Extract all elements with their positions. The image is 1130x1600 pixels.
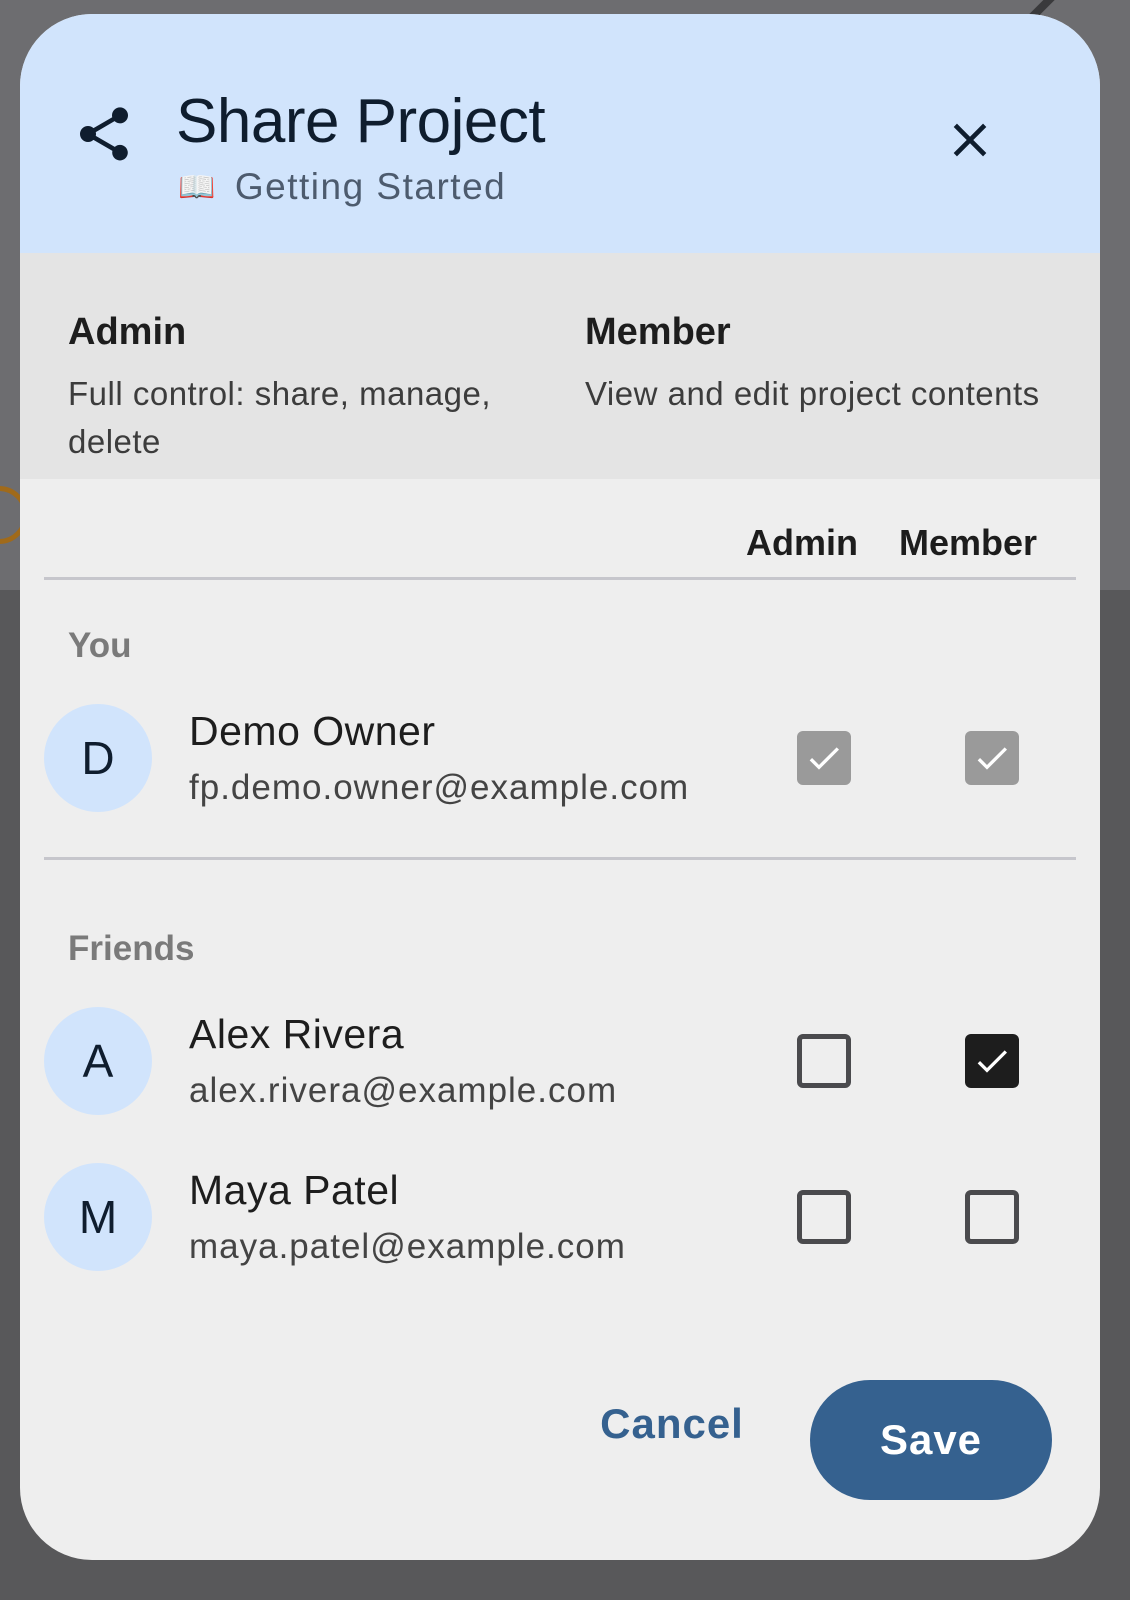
- member-row: M Maya Patel maya.patel@example.com: [20, 1163, 1100, 1271]
- member-checkbox[interactable]: [965, 1034, 1019, 1088]
- dialog-header: Share Project 📖 Getting Started: [20, 14, 1100, 253]
- share-icon: [80, 107, 128, 161]
- check-icon: [977, 1050, 1007, 1073]
- section-label-you: You: [68, 626, 132, 665]
- admin-checkbox[interactable]: [797, 1190, 851, 1244]
- member-row: A Alex Rivera alex.rivera@example.com: [20, 1007, 1100, 1115]
- legend-member-title: Member: [585, 311, 731, 353]
- member-email: alex.rivera@example.com: [189, 1071, 618, 1110]
- close-icon[interactable]: [942, 112, 998, 168]
- project-name-label: Getting Started: [234, 166, 507, 207]
- member-name: Maya Patel: [189, 1167, 400, 1213]
- legend-admin-description: Full control: share, manage, delete: [68, 375, 492, 460]
- book-icon: 📖: [178, 170, 217, 204]
- legend-admin-title: Admin: [68, 311, 187, 353]
- member-row: D Demo Owner fp.demo.owner@example.com: [20, 704, 1100, 812]
- member-checkbox: [965, 731, 1019, 785]
- member-name: Alex Rivera: [189, 1011, 405, 1057]
- header-divider: [44, 577, 1076, 580]
- section-divider: [44, 857, 1076, 860]
- admin-checkbox: [797, 731, 851, 785]
- check-icon: [809, 747, 839, 770]
- avatar: A: [44, 1007, 152, 1115]
- dialog-title: Share Project: [176, 87, 546, 156]
- avatar: D: [44, 704, 152, 812]
- check-icon: [977, 747, 1007, 770]
- cancel-button[interactable]: Cancel: [580, 1374, 764, 1474]
- role-legend: Admin Full control: share, manage, delet…: [20, 253, 1100, 479]
- column-header-member: Member: [899, 522, 1038, 563]
- member-email: maya.patel@example.com: [189, 1227, 626, 1266]
- admin-checkbox[interactable]: [797, 1034, 851, 1088]
- column-header-admin: Admin: [746, 522, 858, 563]
- avatar: M: [44, 1163, 152, 1271]
- legend-member-description: View and edit project contents: [585, 375, 1040, 412]
- member-email: fp.demo.owner@example.com: [189, 768, 690, 807]
- legend-member: Member View and edit project contents: [585, 311, 1085, 418]
- legend-admin: Admin Full control: share, manage, delet…: [68, 311, 518, 466]
- member-checkbox[interactable]: [965, 1190, 1019, 1244]
- save-button[interactable]: Save: [810, 1380, 1052, 1500]
- member-name: Demo Owner: [189, 708, 436, 754]
- share-project-dialog: Share Project 📖 Getting Started Admin Fu…: [20, 14, 1100, 1560]
- section-label-friends: Friends: [68, 929, 195, 968]
- project-name: 📖 Getting Started: [178, 166, 506, 208]
